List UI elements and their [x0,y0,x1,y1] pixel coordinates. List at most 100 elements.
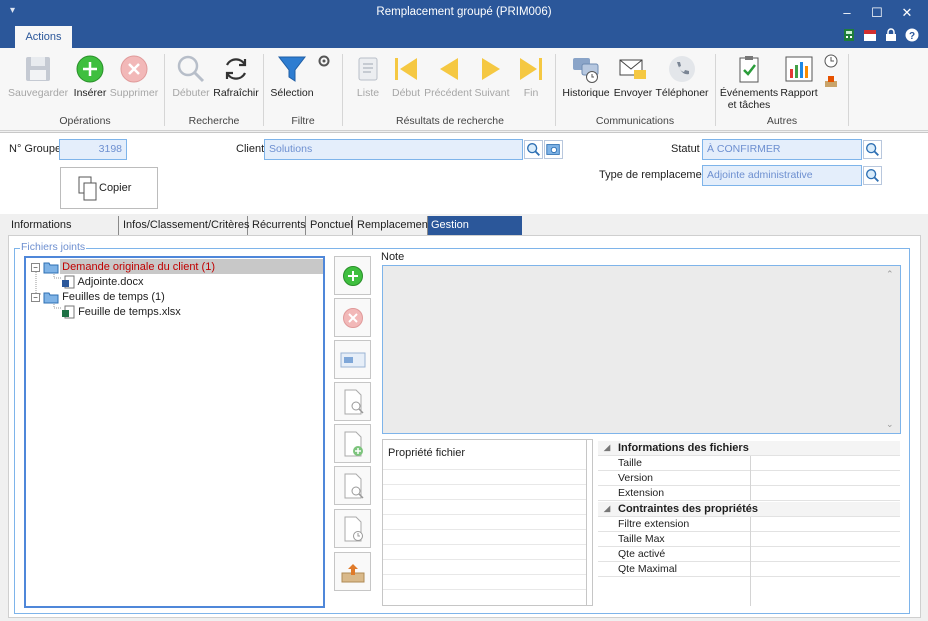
group-label-other: Autres [766,115,798,127]
collapse-icon[interactable]: − [31,262,40,272]
calculator-icon[interactable] [842,28,856,42]
grid-category-constraints[interactable]: ◢ Contraintes des propriétés [598,502,900,517]
grid-row-max-size[interactable]: Taille Max [598,532,900,547]
view-document-button[interactable] [334,466,371,505]
grid-row-extension-filter[interactable]: Filtre extension [598,517,900,532]
grid-category-label: Informations des fichiers [618,442,749,454]
copy-button[interactable]: Copier [60,167,158,209]
search-start-button[interactable]: Débuter [170,53,212,103]
grid-row-label: Qte Maximal [618,563,677,575]
tab-actions[interactable]: Actions [15,26,72,48]
grid-row-size[interactable]: Taille [598,456,900,471]
note-scrollbar[interactable]: ⌃ ⌄ [883,267,899,432]
save-button[interactable]: Sauvegarder [8,53,68,103]
grid-category-file-info[interactable]: ◢ Informations des fichiers [598,441,900,456]
client-field[interactable]: Solutions [264,139,523,160]
events-tasks-button[interactable]: Événements et tâches [719,53,779,111]
minimize-button[interactable]: – [832,3,862,23]
scroll-down-icon[interactable]: ⌄ [886,419,894,430]
collapse-arrow-icon[interactable]: ◢ [604,502,610,516]
report-label: Rapport [780,87,818,99]
grid-row-qty-enabled[interactable]: Qte activé [598,547,900,562]
export-button[interactable] [334,552,371,591]
preview-file-button[interactable] [334,382,371,421]
grid-column-separator [750,517,751,532]
filter-settings-gear-icon[interactable] [317,54,331,68]
events-tasks-label: Événements et tâches [719,87,779,111]
grid-row-label: Version [618,472,654,484]
tree-file-label: Adjointe.docx [77,276,144,288]
client-open-button[interactable] [544,140,563,159]
report-button[interactable]: Rapport [779,53,819,103]
tray-upload-icon [341,564,365,583]
ribbon: Sauvegarder Insérer Supprimer Opérations… [0,48,928,131]
maximize-button[interactable]: ☐ [862,3,892,23]
remove-file-button[interactable] [334,298,371,337]
grid-category-label: Contraintes des propriétés [618,503,758,515]
replacement-type-field[interactable]: Adjointe administrative [702,165,862,186]
selection-label: Sélection [270,87,314,99]
property-grid[interactable]: ◢ Informations des fichiers Taille Versi… [598,439,900,606]
tab-document-management[interactable]: Gestion documents [428,216,522,249]
inbox-tray-icon[interactable] [824,74,838,88]
file-property-header: Propriété fichier [388,447,466,459]
scroll-list-icon [358,57,378,81]
collapse-icon[interactable]: − [31,292,40,302]
file-property-list[interactable]: Propriété fichier [382,439,593,606]
column-separator [586,440,587,605]
row-line [383,514,586,515]
selection-filter-button[interactable]: Sélection [268,53,316,103]
document-history-button[interactable] [334,509,371,548]
group-number-field[interactable]: 3198 [59,139,127,160]
tree-node-client-request[interactable]: − Demande originale du client (1) [31,260,215,275]
next-button[interactable]: Suivant [472,53,512,103]
calendar-icon[interactable] [863,28,877,42]
delete-button[interactable]: Supprimer [108,53,160,103]
history-button[interactable]: Historique [560,53,612,103]
next-label: Suivant [474,87,510,99]
add-file-button[interactable] [334,256,371,295]
tab-general-info[interactable]: Informations générales [8,216,119,249]
tab-recurrent[interactable]: Récurrents [249,216,306,235]
copy-label: Copier [99,182,132,194]
grid-row-version[interactable]: Version [598,471,900,486]
collapse-arrow-icon[interactable]: ◢ [604,441,610,455]
rename-field-icon [340,352,366,368]
scroll-up-icon[interactable]: ⌃ [886,269,894,280]
tree-node-file[interactable]: Adjointe.docx [62,275,144,290]
help-icon[interactable]: ? [905,28,919,42]
previous-label: Précédent [424,87,472,99]
client-label: Client [236,143,265,155]
last-button[interactable]: Fin [514,53,548,103]
list-button[interactable]: Liste [350,53,386,103]
grid-row-extension[interactable]: Extension [598,486,900,501]
send-button[interactable]: Envoyer [613,53,653,103]
close-button[interactable]: ✕ [892,3,922,23]
first-button[interactable]: Début [388,53,424,103]
add-document-button[interactable] [334,424,371,463]
history-label: Historique [562,87,610,99]
clock-icon[interactable] [824,54,838,68]
status-field[interactable]: À CONFIRMER [702,139,862,160]
refresh-button[interactable]: Rafraîchir [213,53,259,103]
tree-node-file[interactable]: Feuille de temps.xlsx [62,305,181,320]
lock-icon[interactable] [884,28,898,42]
files-tree[interactable]: − Demande originale du client (1) Adjoin… [24,256,325,608]
note-textarea[interactable]: ⌃ ⌄ [382,265,901,434]
phone-button[interactable]: Téléphoner [654,53,710,103]
tab-punctual[interactable]: Ponctuel [307,216,353,235]
tab-replacements[interactable]: Remplacements [354,216,436,235]
replacement-type-search-button[interactable] [863,166,882,185]
rename-button[interactable] [334,340,371,379]
tree-node-timesheets[interactable]: − Feuilles de temps (1) [31,290,165,305]
window-title: Remplacement groupé (PRIM006) [376,6,552,18]
client-search-button[interactable] [524,140,543,159]
row-line [383,499,586,500]
grid-row-qty-max[interactable]: Qte Maximal [598,562,900,577]
insert-button[interactable]: Insérer [72,53,108,103]
tab-classification[interactable]: Infos/Classement/Critères [120,216,250,235]
delete-label: Supprimer [109,87,159,99]
row-line [383,469,586,470]
status-search-button[interactable] [863,140,882,159]
previous-button[interactable]: Précédent [424,53,472,103]
